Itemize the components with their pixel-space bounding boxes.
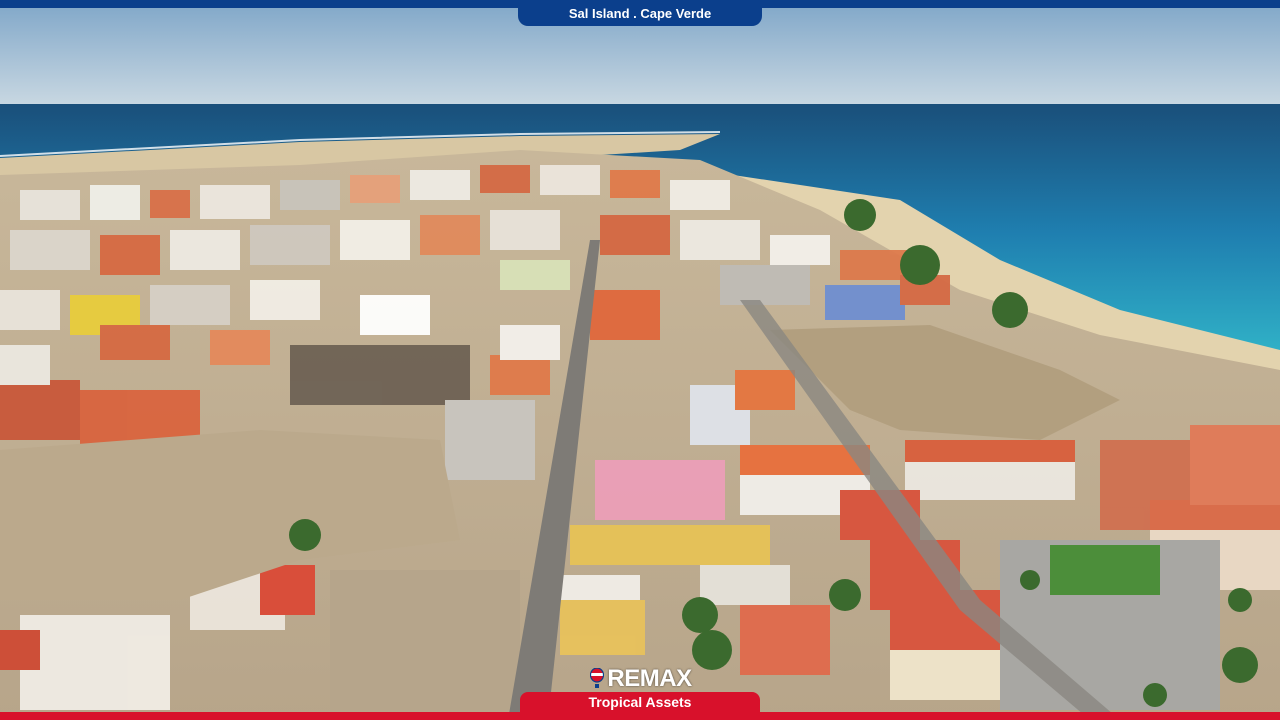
aerial-town-scene [0, 0, 1280, 720]
aerial-photo [0, 0, 1280, 720]
location-title: Sal Island . Cape Verde [568, 5, 712, 21]
brand-tagline: Tropical Assets [588, 694, 692, 710]
parking-lot [330, 570, 520, 710]
lawn [1050, 545, 1160, 595]
balloon-icon [590, 668, 605, 688]
brand-logo: REMAX [576, 664, 706, 694]
location-title-tab: Sal Island . Cape Verde [518, 0, 762, 26]
brand-name: REMAX [607, 665, 692, 692]
